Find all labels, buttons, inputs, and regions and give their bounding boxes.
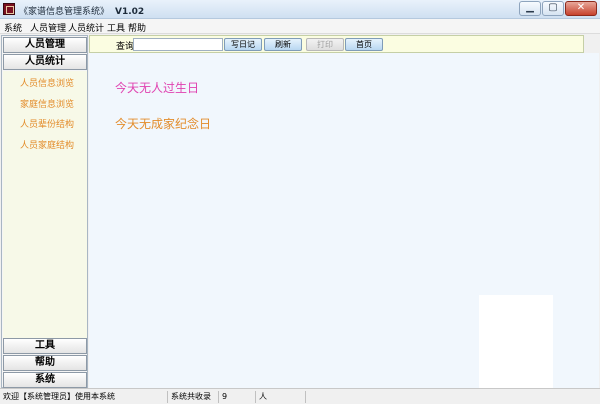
sidebar-header-personnel-management[interactable]: 人员管理 [3,37,87,53]
sidebar-header-tools[interactable]: 工具 [3,338,87,354]
blank-panel [479,295,553,388]
status-welcome: 欢迎【系统管理员】使用本系统 [0,391,168,403]
print-button[interactable]: 打印 [306,38,344,51]
status-total-label: 系统共收录 [168,391,219,403]
anniversary-notice: 今天无成家纪念日 [115,117,212,131]
status-bar: 欢迎【系统管理员】使用本系统 系统共收录 9 人 [0,388,600,404]
app-logo-icon [3,3,15,15]
status-unit: 人 [256,391,306,403]
close-button[interactable]: ✕ [565,1,597,16]
sidebar-header-help[interactable]: 帮助 [3,355,87,371]
write-diary-button[interactable]: 写日记 [224,38,262,51]
status-total-count: 9 [219,391,256,403]
sidebar-link-family-info[interactable]: 家庭信息浏览 [20,97,74,110]
main-content: 今天无人过生日 今天无成家纪念日 [89,53,599,388]
birthday-notice: 今天无人过生日 [115,81,200,95]
menu-bar: 系统 人员管理 人员统计 工具 帮助 [0,19,600,34]
home-button[interactable]: 首页 [345,38,383,51]
window-title-text: 《家谱信息管理系统》 [19,7,110,17]
minimize-button[interactable]: ▁ [519,1,541,16]
title-bar: 《家谱信息管理系统》 V1.02 ▁ ▢ ✕ [0,0,600,19]
maximize-button[interactable]: ▢ [542,1,564,16]
menu-help[interactable]: 帮助 [128,21,146,34]
sidebar-header-system[interactable]: 系统 [3,372,87,388]
sidebar-link-generation-structure[interactable]: 人员辈份结构 [20,117,74,130]
sidebar-link-family-structure[interactable]: 人员家庭结构 [20,138,74,151]
search-input[interactable] [133,38,223,51]
sidebar-link-panel: 人员信息浏览 家庭信息浏览 人员辈份结构 人员家庭结构 [3,71,87,338]
window-title: 《家谱信息管理系统》 V1.02 [19,4,144,17]
search-label: 查询 [116,42,135,52]
menu-tools[interactable]: 工具 [107,21,125,34]
menu-personnel-statistics[interactable]: 人员统计 [68,21,104,34]
sidebar: 人员管理 人员统计 人员信息浏览 家庭信息浏览 人员辈份结构 人员家庭结构 工具… [1,35,88,388]
sidebar-header-personnel-statistics[interactable]: 人员统计 [3,54,87,70]
menu-personnel-management[interactable]: 人员管理 [30,21,66,34]
menu-system[interactable]: 系统 [4,21,22,34]
toolbar: 查询 写日记 刷新 打印 首页 [89,35,584,53]
window-version: V1.02 [115,7,145,17]
sidebar-link-personnel-info[interactable]: 人员信息浏览 [20,76,74,89]
refresh-button[interactable]: 刷新 [264,38,302,51]
